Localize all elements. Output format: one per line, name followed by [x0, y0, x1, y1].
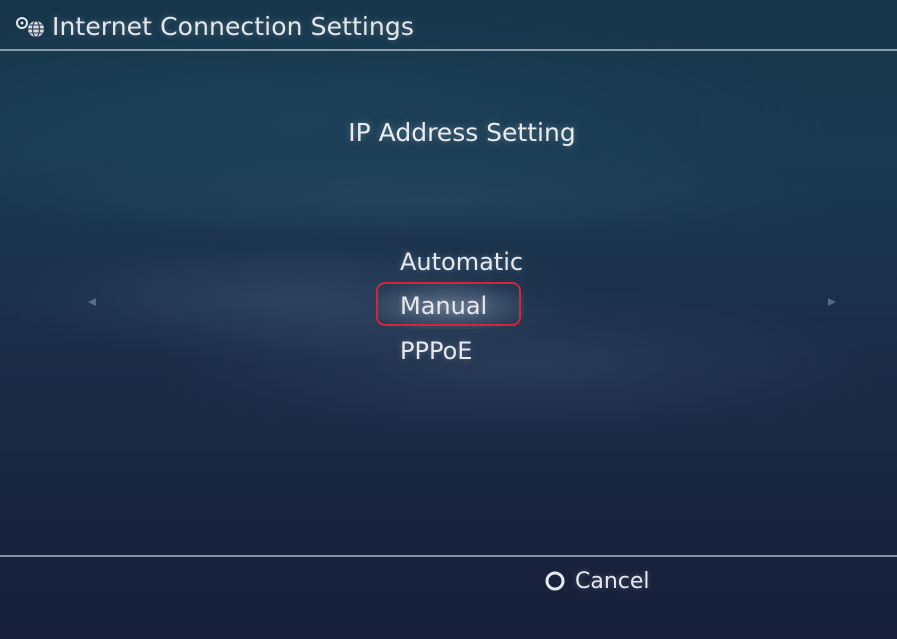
cancel-label: Cancel [575, 568, 650, 594]
network-globe-icon [16, 17, 44, 38]
footer-divider [0, 555, 897, 557]
left-arrow-icon[interactable] [84, 296, 98, 308]
page-heading: IP Address Setting [348, 118, 576, 147]
title-divider [0, 49, 897, 51]
option-pppoe[interactable]: PPPoE [400, 337, 472, 365]
window-title: Internet Connection Settings [52, 12, 414, 41]
title-bar: Internet Connection Settings [0, 0, 897, 50]
cancel-button[interactable]: Cancel [544, 566, 650, 596]
option-automatic[interactable]: Automatic [400, 248, 523, 276]
right-arrow-icon[interactable] [826, 296, 840, 308]
option-manual[interactable]: Manual [400, 292, 487, 320]
circle-button-icon [545, 571, 565, 591]
